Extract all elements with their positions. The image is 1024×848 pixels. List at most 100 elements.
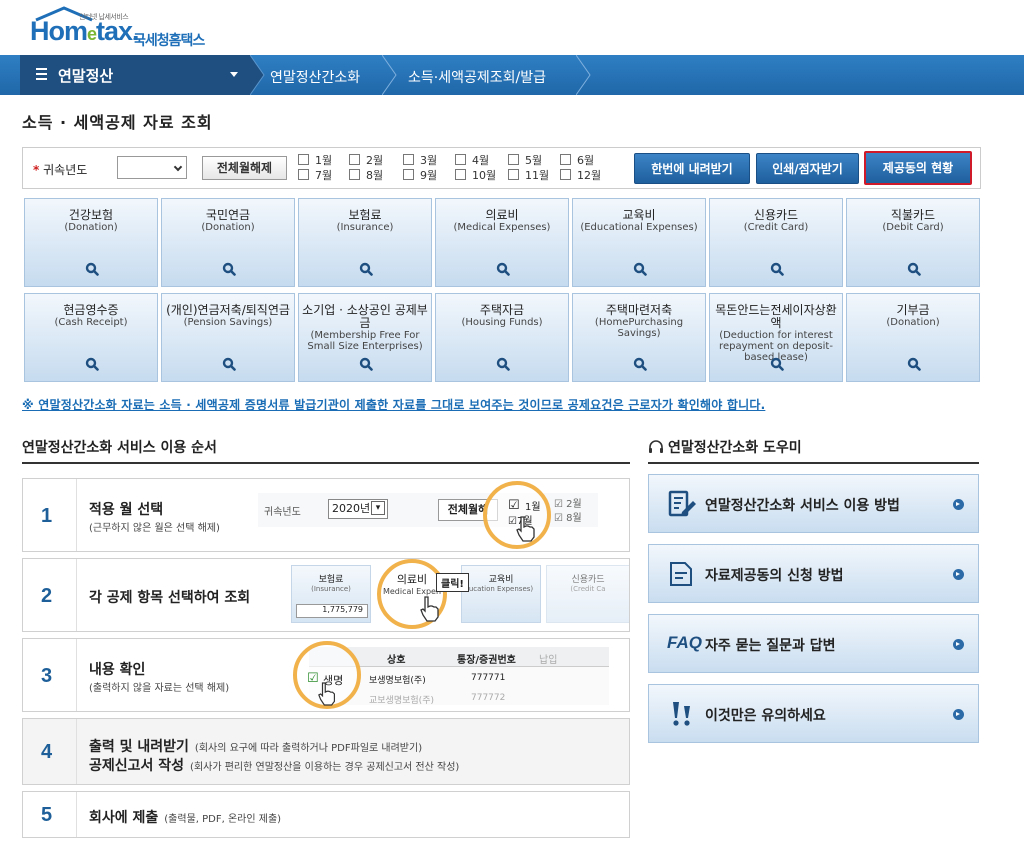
help-label: 연말정산간소화 서비스 이용 방법 [705, 498, 900, 514]
tile-subtitle: (Membership Free For Small Size Enterpri… [307, 330, 423, 352]
clear-all-months-button[interactable]: 전체월해제 [202, 156, 287, 180]
search-icon [222, 357, 236, 371]
deduction-tile-13[interactable]: 목돈안드는전세이자상환액 (Deduction for interest repa… [709, 293, 843, 382]
tile-title: 의료비 [485, 208, 519, 222]
download-all-button[interactable]: 한번에 내려받기 [634, 153, 750, 184]
faq-icon: FAQ [667, 633, 702, 652]
deduction-tile-4[interactable]: 의료비 (Medical Expenses) [435, 198, 569, 287]
month-checkbox-10[interactable]: 10월 [455, 169, 496, 183]
print-braille-button[interactable]: 인쇄/점자받기 [756, 153, 859, 184]
month-checkbox-8[interactable]: 8월 [349, 169, 383, 183]
deduction-tile-2[interactable]: 국민연금 (Donation) [161, 198, 295, 287]
logo-korean-name: 국세청홈택스 [133, 33, 205, 49]
help-label: 자주 묻는 질문과 답변 [705, 638, 836, 654]
consent-status-button[interactable]: 제공동의 현황 [864, 151, 972, 185]
section-divider [22, 462, 630, 464]
breadcrumb-deduction-lookup[interactable]: 소득·세액공제조회/발급 [408, 67, 546, 87]
hamburger-icon [36, 68, 47, 80]
search-icon [907, 357, 921, 371]
filter-bar: * 귀속년도 전체월해제 1월 2월 3월 4월 5월 6월 7월 8월 9월 … [22, 147, 981, 189]
illus-cell: 777772 [471, 693, 506, 703]
highlight-ring: ☑ 생명 [293, 641, 361, 709]
tile-subtitle: (Pension Savings) [183, 317, 273, 328]
illus-cell: 보생명보험(주) [369, 676, 426, 686]
month-checkbox-6[interactable]: 6월 [560, 154, 594, 168]
breadcrumb-simplified[interactable]: 연말정산간소화 [270, 67, 360, 87]
tile-title: (개인)연금저축/퇴직연금 [166, 303, 290, 317]
step-title: 출력 및 내려받기 (회사의 요구에 따라 출력하거나 PDF파일로 내려받기) [89, 739, 423, 755]
nav-menu-yearend[interactable]: 연말정산 [20, 55, 250, 95]
deduction-tile-12[interactable]: 주택마련저축 (HomePurchasing Savings) [572, 293, 706, 382]
month-checkbox-9[interactable]: 9월 [403, 169, 437, 183]
illus-tile-education: 교육비 ucation Expenses) [461, 565, 541, 623]
tile-title: 기부금 [896, 303, 930, 317]
exclamation-icon [673, 702, 690, 726]
help-faq[interactable]: FAQ 자주 묻는 질문과 답변 [648, 614, 979, 673]
month-checkbox-1[interactable]: 1월 [298, 154, 332, 168]
deduction-tile-5[interactable]: 교육비 (Educational Expenses) [572, 198, 706, 287]
step-subtitle: (근무하지 않은 월은 선택 해제) [89, 523, 220, 534]
divider [76, 559, 77, 631]
arrow-right-circle-icon [953, 569, 964, 580]
chevron-right-icon [250, 55, 265, 95]
illus-tile-insurance: 보험료 (Insurance) 1,775,779 [291, 565, 371, 623]
year-select[interactable] [117, 156, 187, 179]
search-icon [85, 357, 99, 371]
month-checkbox-12[interactable]: 12월 [560, 169, 601, 183]
tile-subtitle: (Cash Receipt) [54, 317, 128, 328]
help-usage-guide[interactable]: 연말정산간소화 서비스 이용 방법 [648, 474, 979, 533]
hometax-logo[interactable]: 인터넷 납세서비스 Hometax. 국세청홈택스 [30, 6, 230, 50]
tile-subtitle: (HomePurchasing Savings) [594, 317, 684, 339]
step-subtitle: (회사의 요구에 따라 출력하거나 PDF파일로 내려받기) [194, 743, 423, 754]
section-divider [648, 462, 979, 464]
tile-title: 신용카드 [753, 208, 799, 222]
tile-subtitle: (Medical Expenses) [453, 222, 551, 233]
month-checkbox-2[interactable]: 2월 [349, 154, 383, 168]
illus-tile-sub: ucation Expenses) [468, 585, 534, 593]
step-title: 회사에 제출 (출력물, PDF, 온라인 제출) [89, 810, 282, 826]
month-checkbox-4[interactable]: 4월 [455, 154, 489, 168]
month-checkbox-3[interactable]: 3월 [403, 154, 437, 168]
illus-cell: 교보생명보험(주) [369, 696, 434, 706]
step-number: 2 [41, 585, 53, 607]
month-checkbox-7[interactable]: 7월 [298, 169, 332, 183]
logo-brand: Hometax. [30, 16, 140, 46]
month-checkbox-5[interactable]: 5월 [508, 154, 542, 168]
deduction-tile-10[interactable]: 소기업 · 소상공인 공제부금 (Membership Free For Smal… [298, 293, 432, 382]
help-cautions[interactable]: 이것만은 유의하세요 [648, 684, 979, 743]
help-consent-guide[interactable]: 자료제공동의 신청 방법 [648, 544, 979, 603]
search-icon [633, 357, 647, 371]
step-number: 1 [41, 505, 53, 527]
nav-main-label: 연말정산 [58, 67, 114, 85]
deduction-tile-7[interactable]: 직불카드 (Debit Card) [846, 198, 980, 287]
month-checkbox-11[interactable]: 11월 [508, 169, 549, 183]
deduction-tile-3[interactable]: 보험료 (Insurance) [298, 198, 432, 287]
tile-title: 주택자금 [479, 303, 525, 317]
step-number: 3 [41, 665, 53, 687]
step-title: 내용 확인 [89, 662, 146, 678]
chevron-down-icon [173, 162, 183, 172]
deduction-tile-9[interactable]: (개인)연금저축/퇴직연금 (Pension Savings) [161, 293, 295, 382]
step-subtitle: (회사가 편리한 연말정산을 이용하는 경우 공제신고서 전산 작성) [190, 762, 460, 773]
step-1: 1 적용 월 선택 (근무하지 않은 월은 선택 해제) 귀속년도 2020년 … [22, 478, 630, 552]
chevron-right-icon [382, 55, 397, 95]
tile-title: 건강보험 [68, 208, 114, 222]
illus-col-header: 상호 [387, 655, 406, 666]
tile-title: 현금영수증 [63, 303, 119, 317]
search-icon [633, 262, 647, 276]
tile-subtitle: (Donation) [886, 317, 940, 328]
arrow-right-circle-icon [953, 639, 964, 650]
illus-cell: 777771 [471, 673, 506, 683]
deduction-tile-14[interactable]: 기부금 (Donation) [846, 293, 980, 382]
deduction-tile-6[interactable]: 신용카드 (Credit Card) [709, 198, 843, 287]
step-3: 3 내용 확인 (출력하지 않을 자료는 선택 해제) 상호 통장/증권번호 납… [22, 638, 630, 712]
notice-link[interactable]: ※ 연말정산간소화 자료는 소득 · 세액공제 증명서류 발급기관이 제출한 자… [22, 396, 765, 413]
deduction-tile-1[interactable]: 건강보험 (Donation) [24, 198, 158, 287]
illus-amount: 1,775,779 [296, 604, 368, 618]
arrow-right-circle-icon [953, 499, 964, 510]
divider [76, 639, 77, 711]
divider [76, 479, 77, 551]
deduction-tile-8[interactable]: 현금영수증 (Cash Receipt) [24, 293, 158, 382]
tile-title: 국민연금 [205, 208, 251, 222]
deduction-tile-11[interactable]: 주택자금 (Housing Funds) [435, 293, 569, 382]
